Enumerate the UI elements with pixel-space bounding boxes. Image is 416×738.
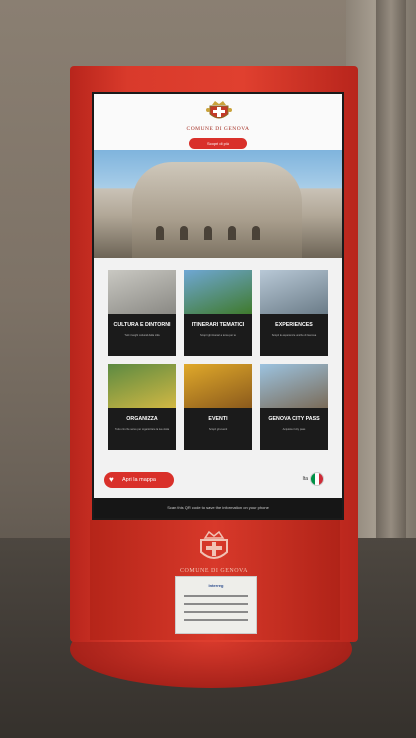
- palazzo-building: [132, 162, 302, 258]
- plaque-text-line: [184, 595, 248, 597]
- palazzo-window: [228, 226, 236, 240]
- plaque-text-line: [184, 611, 248, 613]
- tile-label: ITINERARI TEMATICI: [191, 322, 245, 328]
- tile-image: [184, 270, 252, 314]
- tile-city-pass[interactable]: GENOVA CITY PASS Acquista il city pass: [260, 364, 328, 450]
- screen-bottom-bar: ♥ Apri la mappa Ita: [94, 466, 342, 498]
- tile-label: EXPERIENCES: [275, 322, 313, 328]
- palazzo-window: [156, 226, 164, 240]
- tile-subtitle: Acquista il city pass: [282, 428, 306, 431]
- discover-button[interactable]: Scopri di più: [189, 138, 247, 149]
- tile-subtitle: Scopri le esperienze uniche di Genova: [271, 334, 317, 337]
- info-plaque: Interreg: [175, 576, 257, 634]
- tile-label: CULTURA E DINTORNI: [113, 322, 171, 328]
- tile-subtitle: Scopri gli itinerari a tema per te: [200, 334, 236, 337]
- language-label[interactable]: Ita: [302, 476, 308, 482]
- palazzo-window: [180, 226, 188, 240]
- tile-image: [184, 364, 252, 408]
- italian-flag-icon[interactable]: [310, 472, 324, 486]
- tile-subtitle: Scopri gli eventi: [208, 428, 228, 431]
- hero-image-palazzo: [94, 150, 342, 258]
- genova-emblem-icon: [200, 530, 228, 559]
- palazzo-window: [204, 226, 212, 240]
- tile-experiences[interactable]: EXPERIENCES Scopri le esperienze uniche …: [260, 270, 328, 356]
- tile-eventi[interactable]: EVENTI Scopri gli eventi: [184, 364, 252, 450]
- genova-crest-icon: [206, 101, 232, 119]
- tile-organizza[interactable]: ORGANIZZA Tutto ciò che serve per organi…: [108, 364, 176, 450]
- tile-label: EVENTI: [208, 416, 228, 422]
- tile-cultura[interactable]: CULTURA E DINTORNI Tutti i luoghi cultur…: [108, 270, 176, 356]
- tile-image: [260, 270, 328, 314]
- tile-label: ORGANIZZA: [126, 416, 158, 422]
- marble-column: [376, 0, 406, 540]
- tile-subtitle: Tutti i luoghi culturali della città: [124, 334, 160, 337]
- tile-subtitle: Tutto ciò che serve per organizzare la t…: [114, 428, 170, 431]
- photo-scene: COMUNE DI GENOVA Scopri di più CULTURA E…: [0, 0, 416, 738]
- heart-map-icon: ♥: [109, 475, 114, 484]
- tile-itinerari[interactable]: ITINERARI TEMATICI Scopri gli itinerari …: [184, 270, 252, 356]
- kiosk-screen[interactable]: COMUNE DI GENOVA Scopri di più CULTURA E…: [92, 92, 344, 520]
- plaque-text-line: [184, 603, 248, 605]
- menu-grid: CULTURA E DINTORNI Tutti i luoghi cultur…: [94, 258, 342, 482]
- screen-title: COMUNE DI GENOVA: [186, 126, 250, 132]
- open-map-label: Apri la mappa: [122, 477, 156, 483]
- palazzo-window: [252, 226, 260, 240]
- tile-image: [108, 364, 176, 408]
- kiosk-lower-title: COMUNE DI GENOVA: [180, 568, 248, 574]
- tile-label: GENOVA CITY PASS: [268, 416, 320, 422]
- tile-image: [108, 270, 176, 314]
- plaque-text-line: [184, 619, 248, 621]
- open-map-button[interactable]: ♥ Apri la mappa: [104, 472, 174, 488]
- screen-header: COMUNE DI GENOVA Scopri di più: [94, 94, 342, 150]
- plaque-logo: Interreg: [208, 583, 224, 588]
- screen-footer: Scan this QR code to save the informatio…: [94, 498, 342, 518]
- tile-image: [260, 364, 328, 408]
